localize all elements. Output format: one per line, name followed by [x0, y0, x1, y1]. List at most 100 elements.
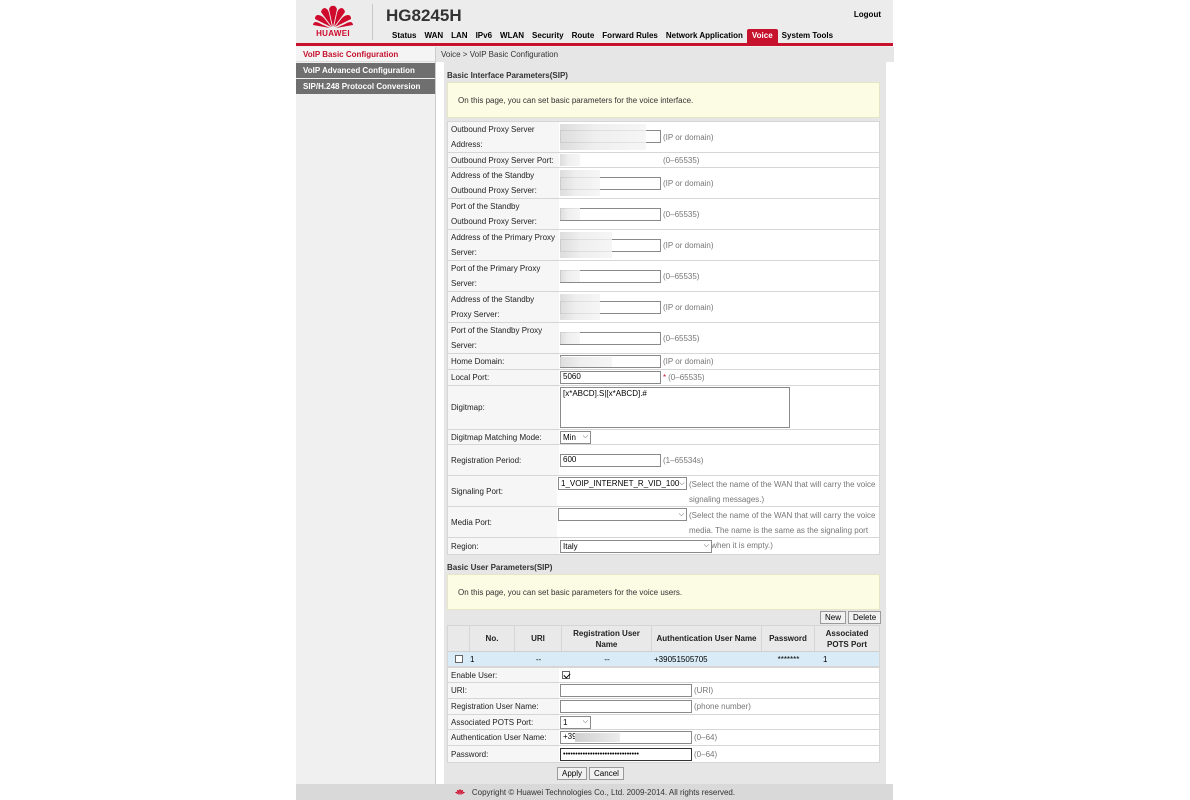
redacted-value: [560, 294, 600, 320]
required-marker: *: [663, 373, 667, 382]
hint: (phone number): [694, 702, 751, 711]
redacted-value: [560, 232, 612, 258]
label: Address of the Standby Proxy Server:: [448, 292, 559, 322]
column-header: Authentication User Name: [652, 626, 762, 651]
auth-user-input[interactable]: +39: [560, 731, 692, 744]
table-row[interactable]: 1 -- -- +39051505705 ******* 1: [448, 652, 879, 666]
device-model: HG8245H: [386, 6, 462, 25]
hint: (0–65535): [668, 373, 705, 382]
redacted-value: [560, 170, 600, 196]
redacted-value: [560, 357, 612, 367]
label: Address of the Primary Proxy Server:: [448, 230, 559, 260]
sidebar-item-voip-basic[interactable]: VoIP Basic Configuration: [296, 47, 435, 62]
pots-port-select[interactable]: 1 ⌵: [560, 715, 591, 729]
label: Local Port:: [448, 370, 559, 385]
chevron-down-icon: ⌵: [703, 542, 709, 549]
redacted-value: [560, 154, 580, 166]
row-standby-proxy-address: Address of the Standby Proxy Server: (IP…: [448, 292, 879, 323]
password-input[interactable]: •••••••••••••••••••••••••••••••: [560, 747, 692, 761]
footer: Copyright © Huawei Technologies Co., Ltd…: [296, 784, 893, 800]
brand-name: HUAWEI: [316, 29, 350, 38]
nav-lan[interactable]: LAN: [447, 29, 471, 43]
label: Outbound Proxy Server Port:: [448, 153, 559, 167]
label: Signaling Port:: [448, 476, 557, 506]
uri-input[interactable]: [560, 684, 692, 697]
signaling-port-select[interactable]: 1_VOIP_INTERNET_R_VID_100 ⌵: [558, 477, 687, 490]
nav-route[interactable]: Route: [568, 29, 599, 43]
column-header: No.: [470, 626, 515, 651]
enable-user-checkbox[interactable]: [562, 671, 570, 679]
row-standby-outbound-port: Port of the Standby Outbound Proxy Serve…: [448, 199, 879, 230]
local-port-input[interactable]: 5060: [560, 371, 661, 384]
digitmap-textarea[interactable]: [x*ABCD].S|[x*ABCD].#: [560, 387, 790, 428]
redacted-value: [560, 208, 580, 220]
row-primary-proxy-address: Address of the Primary Proxy Server: (IP…: [448, 230, 879, 261]
sidebar: VoIP Basic Configuration VoIP Advanced C…: [296, 47, 435, 95]
selected-value: 1_VOIP_INTERNET_R_VID_100: [561, 479, 680, 488]
digitmap-mode-select[interactable]: Min ⌵: [560, 430, 591, 444]
label: Address of the Standby Outbound Proxy Se…: [448, 168, 559, 198]
column-header: Password: [762, 626, 815, 651]
nav-forward-rules[interactable]: Forward Rules: [598, 29, 662, 43]
label: Media Port:: [448, 507, 557, 537]
selected-value: 1: [563, 717, 568, 727]
nav-security[interactable]: Security: [528, 29, 568, 43]
row-digitmap-mode: Digitmap Matching Mode: Min ⌵: [448, 430, 879, 445]
redacted-value: [575, 733, 620, 742]
cell-uri: --: [535, 654, 542, 664]
registration-user-input[interactable]: [560, 700, 692, 713]
column-header: Registration User Name: [562, 626, 652, 651]
new-user-button[interactable]: New: [820, 611, 847, 624]
nav-wan[interactable]: WAN: [420, 29, 447, 43]
row-enable-user: Enable User:: [448, 668, 879, 683]
row-outbound-proxy-port: Outbound Proxy Server Port: (0–65535): [448, 153, 879, 168]
header-divider: [372, 4, 373, 40]
label: Digitmap Matching Mode:: [448, 430, 559, 444]
selected-value: Min: [563, 432, 576, 442]
sidebar-item-voip-advanced[interactable]: VoIP Advanced Configuration: [296, 63, 435, 78]
users-table-header: No. URI Registration User Name Authentic…: [448, 626, 879, 652]
label: Registration Period:: [448, 445, 559, 475]
nav-wlan[interactable]: WLAN: [496, 29, 528, 43]
hint: (IP or domain): [663, 178, 714, 188]
nav-system-tools[interactable]: System Tools: [778, 29, 837, 43]
content-area: Voice > VoIP Basic Configuration Basic I…: [436, 47, 894, 784]
label: Region:: [448, 538, 559, 554]
label: Enable User:: [448, 668, 559, 682]
nav-voice[interactable]: Voice: [746, 29, 778, 43]
row-auth-user: Authentication User Name: +39 (0–64): [448, 730, 879, 746]
nav-status[interactable]: Status: [388, 29, 420, 43]
row-outbound-proxy-address: Outbound Proxy Server Address: (IP or do…: [448, 122, 879, 153]
row-local-port: Local Port: 5060 * (0–65535): [448, 370, 879, 386]
hint: (0–65535): [663, 209, 700, 219]
delete-user-button[interactable]: Delete: [848, 611, 882, 624]
logout-link[interactable]: Logout: [854, 10, 881, 19]
row-checkbox[interactable]: [455, 655, 463, 663]
label: URI:: [448, 683, 559, 698]
breadcrumb: Voice > VoIP Basic Configuration: [436, 47, 894, 62]
row-reg-user: Registration User Name: (phone number): [448, 699, 879, 715]
users-table: No. URI Registration User Name Authentic…: [447, 625, 880, 667]
cell-pots: 1: [823, 654, 828, 664]
hint: (IP or domain): [663, 357, 714, 366]
redacted-value: [560, 124, 646, 150]
users-notice: On this page, you can set basic paramete…: [447, 574, 880, 610]
interface-notice: On this page, you can set basic paramete…: [447, 82, 880, 118]
cancel-button[interactable]: Cancel: [589, 767, 624, 780]
hint: (0–64): [694, 749, 718, 759]
label: Authentication User Name:: [448, 730, 559, 745]
media-port-select[interactable]: ⌵: [558, 508, 687, 521]
row-signaling-port: Signaling Port: 1_VOIP_INTERNET_R_VID_10…: [448, 476, 879, 507]
nav-ipv6[interactable]: IPv6: [472, 29, 496, 43]
label: Port of the Standby Outbound Proxy Serve…: [448, 199, 559, 229]
sidebar-item-protocol-conversion[interactable]: SIP/H.248 Protocol Conversion: [296, 79, 435, 94]
chevron-down-icon: ⌵: [678, 510, 684, 518]
region-select[interactable]: Italy ⌵: [560, 539, 712, 553]
cell-auth-user: +39051505705: [654, 654, 708, 664]
row-media-port: Media Port: ⌵ (Select the name of the WA…: [448, 507, 879, 550]
registration-period-input[interactable]: 600: [560, 453, 661, 467]
chevron-down-icon: ⌵: [582, 433, 588, 440]
hint: (IP or domain): [663, 240, 714, 250]
apply-button[interactable]: Apply: [557, 767, 588, 780]
nav-network-application[interactable]: Network Application: [662, 29, 747, 43]
